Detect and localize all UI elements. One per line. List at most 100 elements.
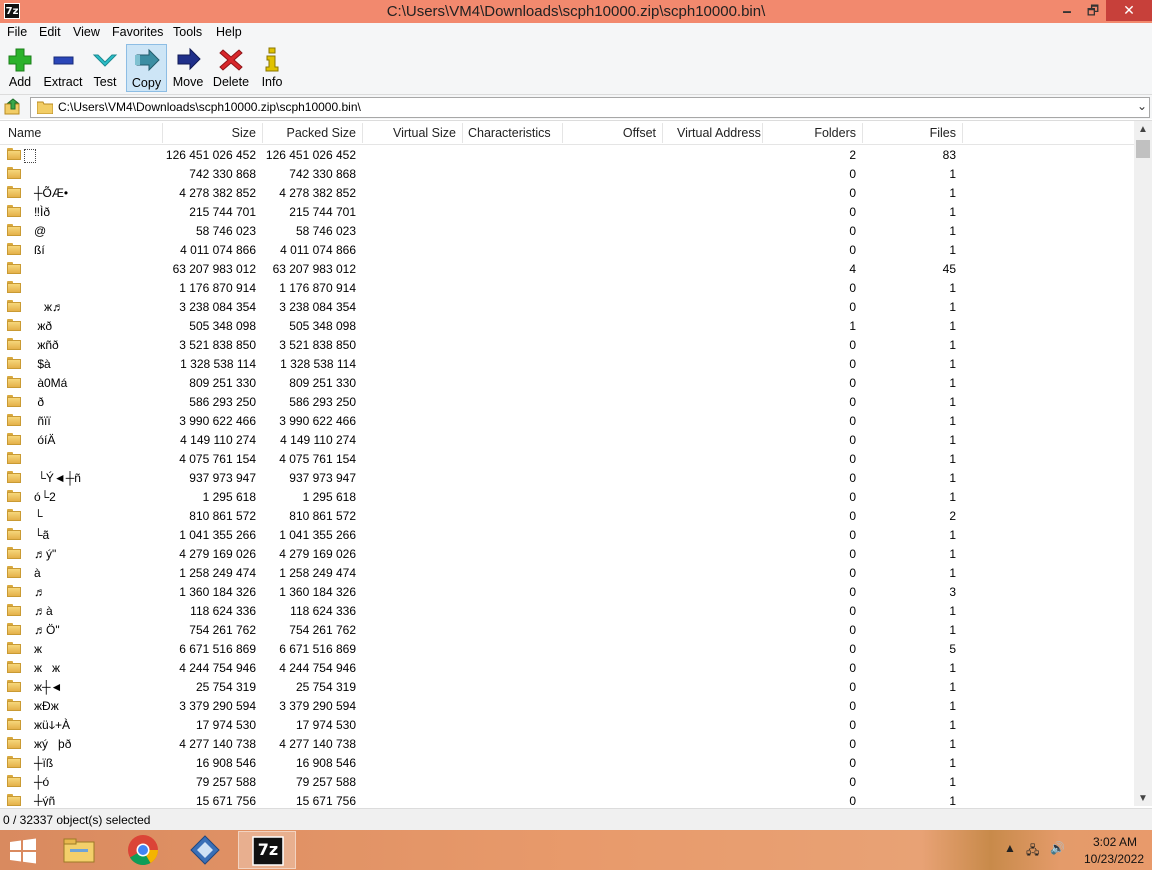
table-row[interactable]: à0Má 809 251 330 809 251 330 0 1	[0, 373, 1134, 392]
scroll-down-arrow-icon[interactable]: ▼	[1134, 790, 1152, 806]
row-packed-size: 1 258 249 474	[279, 566, 356, 580]
row-packed-size: 1 328 538 114	[280, 357, 356, 371]
clock-time[interactable]: 3:02 AM	[1082, 835, 1148, 849]
network-icon[interactable]: 🖧	[1026, 841, 1039, 862]
info-button[interactable]: Info	[258, 44, 286, 92]
table-row[interactable]: ┼ïß 16 908 546 16 908 546 0 1	[0, 753, 1134, 772]
column-virtual-size[interactable]: Virtual Size	[362, 126, 456, 140]
table-row[interactable]: ж 6 671 516 869 6 671 516 869 0 5	[0, 639, 1134, 658]
column-folders[interactable]: Folders	[762, 126, 856, 140]
delete-button[interactable]: Delete	[211, 44, 251, 92]
table-row[interactable]: ж ж 4 244 754 946 4 244 754 946 0 1	[0, 658, 1134, 677]
table-row[interactable]: ♬à 118 624 336 118 624 336 0 1	[0, 601, 1134, 620]
table-row[interactable]: ┼ó 79 257 588 79 257 588 0 1	[0, 772, 1134, 791]
show-hidden-icons-button[interactable]: ▲	[1004, 841, 1016, 855]
column-divider[interactable]	[962, 123, 963, 143]
add-button[interactable]: Add	[4, 44, 36, 92]
taskbar-chrome[interactable]	[114, 831, 172, 869]
table-row[interactable]: жð 505 348 098 505 348 098 1 1	[0, 316, 1134, 335]
scroll-up-arrow-icon[interactable]: ▲	[1134, 121, 1152, 138]
column-name[interactable]: Name	[8, 126, 41, 140]
up-folder-button[interactable]	[4, 98, 22, 116]
table-row[interactable]: ♬ 1 360 184 326 1 360 184 326 0 3	[0, 582, 1134, 601]
table-row[interactable]: ┼ÕÆ• 4 278 382 852 4 278 382 852 0 1	[0, 183, 1134, 202]
table-row[interactable]: ñïï 3 990 622 466 3 990 622 466 0 1	[0, 411, 1134, 430]
column-divider[interactable]	[462, 123, 463, 143]
file-explorer-icon	[63, 838, 95, 863]
row-name: ┼ÕÆ•	[24, 186, 68, 200]
row-size: 1 328 538 114	[180, 357, 256, 371]
test-button[interactable]: Test	[89, 44, 121, 92]
table-row[interactable]: жý þð 4 277 140 738 4 277 140 738 0 1	[0, 734, 1134, 753]
remote-app-icon	[190, 835, 220, 865]
vertical-scrollbar[interactable]: ▲ ▼	[1134, 121, 1152, 806]
table-row[interactable]: жñð 3 521 838 850 3 521 838 850 0 1	[0, 335, 1134, 354]
column-offset[interactable]: Offset	[562, 126, 656, 140]
column-packed-size[interactable]: Packed Size	[262, 126, 356, 140]
table-row[interactable]: à 1 258 249 474 1 258 249 474 0 1	[0, 563, 1134, 582]
table-row[interactable]: ó└2 1 295 618 1 295 618 0 1	[0, 487, 1134, 506]
row-size: 810 861 572	[189, 509, 256, 523]
extract-button[interactable]: Extract	[42, 44, 84, 92]
minimize-button[interactable]: 🗕	[1054, 0, 1080, 21]
table-row[interactable]: $à 1 328 538 114 1 328 538 114 0 1	[0, 354, 1134, 373]
row-name: ж	[24, 642, 42, 656]
move-button[interactable]: Move	[171, 44, 205, 92]
restore-button[interactable]: 🗗	[1080, 0, 1106, 21]
table-row[interactable]: 742 330 868 742 330 868 0 1	[0, 164, 1134, 183]
taskbar-7zip[interactable]: 7z	[238, 831, 296, 869]
column-divider[interactable]	[662, 123, 663, 143]
column-characteristics[interactable]: Characteristics	[468, 126, 551, 140]
volume-icon[interactable]: 🔊	[1050, 841, 1065, 855]
table-row[interactable]: 126 451 026 452 126 451 026 452 2 83	[0, 145, 1134, 164]
menu-favorites[interactable]: Favorites	[112, 25, 163, 39]
row-packed-size: 118 624 336	[290, 604, 356, 618]
start-button[interactable]	[8, 838, 38, 864]
table-row[interactable]: ж♬ 3 238 084 354 3 238 084 354 0 1	[0, 297, 1134, 316]
file-rows: 126 451 026 452 126 451 026 452 2 83 742 330…	[0, 145, 1134, 806]
table-row[interactable]: └ã 1 041 355 266 1 041 355 266 0 1	[0, 525, 1134, 544]
column-size[interactable]: Size	[162, 126, 256, 140]
row-packed-size: 809 251 330	[289, 376, 356, 390]
close-button[interactable]: ✕	[1106, 0, 1152, 21]
table-row[interactable]: ð 586 293 250 586 293 250 0 1	[0, 392, 1134, 411]
table-row[interactable]: ‼Ìð 215 744 701 215 744 701 0 1	[0, 202, 1134, 221]
row-folders: 0	[849, 433, 856, 447]
menu-edit[interactable]: Edit	[39, 25, 61, 39]
table-row[interactable]: óíÄ 4 149 110 274 4 149 110 274 0 1	[0, 430, 1134, 449]
clock-date[interactable]: 10/23/2022	[1078, 852, 1150, 866]
copy-button[interactable]: Copy	[126, 44, 167, 92]
menu-view[interactable]: View	[73, 25, 100, 39]
table-row[interactable]: жÐж 3 379 290 594 3 379 290 594 0 1	[0, 696, 1134, 715]
column-virtual-address[interactable]: Virtual Address	[677, 126, 761, 140]
table-row[interactable]: ßí 4 011 074 866 4 011 074 866 0 1	[0, 240, 1134, 259]
table-row[interactable]: 63 207 983 012 63 207 983 012 4 45	[0, 259, 1134, 278]
chevron-down-icon[interactable]: ⌄	[1137, 99, 1147, 113]
menu-help[interactable]: Help	[216, 25, 242, 39]
row-name: жý þð	[24, 737, 71, 751]
table-row[interactable]: ♬Ö" 754 261 762 754 261 762 0 1	[0, 620, 1134, 639]
table-row[interactable]: 4 075 761 154 4 075 761 154 0 1	[0, 449, 1134, 468]
table-row[interactable]: └ 810 861 572 810 861 572 0 2	[0, 506, 1134, 525]
taskbar-remote-app[interactable]	[176, 831, 234, 869]
table-row[interactable]: 1 176 870 914 1 176 870 914 0 1	[0, 278, 1134, 297]
table-row[interactable]: @58 746 023 58 746 023 0 1	[0, 221, 1134, 240]
taskbar-file-explorer[interactable]	[50, 831, 108, 869]
file-list[interactable]: Name Size Packed Size Virtual Size Chara…	[0, 120, 1152, 806]
menu-file[interactable]: File	[7, 25, 27, 39]
table-row[interactable]: жüↆ+À 17 974 530 17 974 530 0 1	[0, 715, 1134, 734]
folder-icon	[7, 794, 21, 806]
row-name-text	[24, 281, 34, 295]
menu-tools[interactable]: Tools	[173, 25, 202, 39]
table-row[interactable]: ┼ýñ 15 671 756 15 671 756 0 1	[0, 791, 1134, 806]
row-name: ♬Ö"	[24, 623, 60, 637]
focus-box	[24, 148, 36, 163]
table-row[interactable]: └Ý◄┼ñ 937 973 947 937 973 947 0 1	[0, 468, 1134, 487]
address-field[interactable]: C:\Users\VM4\Downloads\scph10000.zip\scp…	[30, 97, 1150, 118]
table-row[interactable]: ж┼◄ 25 754 319 25 754 319 0 1	[0, 677, 1134, 696]
column-files[interactable]: Files	[862, 126, 956, 140]
row-size: 4 278 382 852	[179, 186, 256, 200]
folder-icon	[7, 604, 21, 616]
table-row[interactable]: ♬ý" 4 279 169 026 4 279 169 026 0 1	[0, 544, 1134, 563]
scroll-thumb[interactable]	[1136, 140, 1150, 158]
